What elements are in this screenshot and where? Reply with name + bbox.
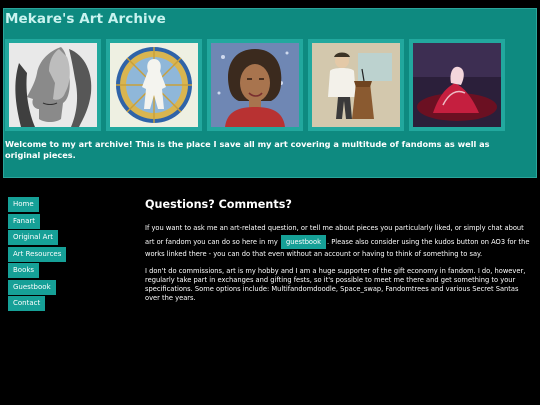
nav-item-contact[interactable]: Contact bbox=[8, 296, 46, 311]
nav-item-books[interactable]: Books bbox=[8, 263, 40, 278]
podium-speaker-artwork bbox=[312, 43, 400, 127]
gallery-thumb-3[interactable] bbox=[207, 39, 303, 131]
profile-portrait-artwork bbox=[9, 43, 97, 127]
curly-hair-portrait-artwork bbox=[211, 43, 299, 127]
gallery-thumb-1[interactable] bbox=[5, 39, 101, 131]
gallery-thumb-5[interactable] bbox=[409, 39, 505, 131]
guestbook-button[interactable]: guestbook bbox=[280, 234, 326, 249]
section-heading: Questions? Comments? bbox=[145, 198, 292, 211]
stained-glass-figure-artwork bbox=[110, 43, 198, 127]
nav-item-original-art[interactable]: Original Art bbox=[8, 230, 59, 245]
site-title: Mekare's Art Archive bbox=[5, 11, 166, 27]
nav-item-guestbook[interactable]: Guestbook bbox=[8, 279, 56, 295]
gallery-thumb-4[interactable] bbox=[308, 39, 404, 131]
intro-paragraph: If you want to ask me an art-related que… bbox=[145, 223, 535, 260]
site-header: Mekare's Art Archive Welcome to my art a… bbox=[3, 8, 537, 178]
red-figure-abstract-artwork bbox=[413, 43, 501, 127]
main-content: Questions? Comments? If you want to ask … bbox=[145, 198, 535, 303]
nav-item-fanart[interactable]: Fanart bbox=[8, 213, 41, 229]
commissions-paragraph: I don't do commissions, art is my hobby … bbox=[145, 267, 526, 302]
nav-item-home[interactable]: Home bbox=[8, 197, 39, 212]
welcome-text: Welcome to my art archive! This is the p… bbox=[5, 139, 490, 160]
nav-item-art-resources[interactable]: Art Resources bbox=[8, 246, 67, 262]
gallery-thumb-2[interactable] bbox=[106, 39, 202, 131]
